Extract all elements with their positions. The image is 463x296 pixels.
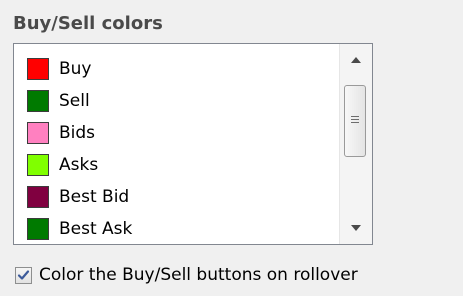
scroll-up-button[interactable]: [340, 44, 372, 76]
grip-line: [351, 122, 359, 123]
chevron-up-icon: [351, 57, 361, 63]
color-swatch-buy: [27, 58, 49, 80]
item-label: Best Bid: [59, 187, 130, 207]
list-item-bids[interactable]: Bids: [27, 117, 132, 149]
item-label: Buy: [59, 59, 92, 79]
scroll-down-button[interactable]: [340, 212, 372, 244]
color-swatch-asks: [27, 154, 49, 176]
list-item-asks[interactable]: Asks: [27, 149, 132, 181]
item-label: Best Ask: [59, 219, 133, 239]
color-swatch-bids: [27, 122, 49, 144]
chevron-down-icon: [351, 225, 361, 231]
color-items: Buy Sell Bids Asks Best Bid Best Ask: [27, 53, 132, 245]
checkmark-icon: [17, 269, 30, 280]
vertical-scrollbar[interactable]: [339, 44, 372, 244]
item-label: Bids: [59, 123, 96, 143]
list-item-best-ask[interactable]: Best Ask: [27, 213, 132, 245]
rollover-option[interactable]: Color the Buy/Sell buttons on rollover: [15, 264, 358, 286]
list-item-buy[interactable]: Buy: [27, 53, 132, 85]
list-item-sell[interactable]: Sell: [27, 85, 132, 117]
rollover-checkbox-label: Color the Buy/Sell buttons on rollover: [39, 265, 358, 285]
color-swatch-best-ask: [27, 218, 49, 240]
list-item-best-bid[interactable]: Best Bid: [27, 181, 132, 213]
item-label: Sell: [59, 91, 90, 111]
section-title: Buy/Sell colors: [13, 13, 163, 34]
grip-line: [351, 119, 359, 120]
color-swatch-best-bid: [27, 186, 49, 208]
rollover-checkbox[interactable]: [15, 266, 32, 284]
item-label: Asks: [59, 155, 99, 175]
buy-sell-colors-list[interactable]: Buy Sell Bids Asks Best Bid Best Ask: [13, 43, 373, 245]
scroll-thumb[interactable]: [344, 85, 366, 157]
grip-line: [351, 116, 359, 117]
color-swatch-sell: [27, 90, 49, 112]
